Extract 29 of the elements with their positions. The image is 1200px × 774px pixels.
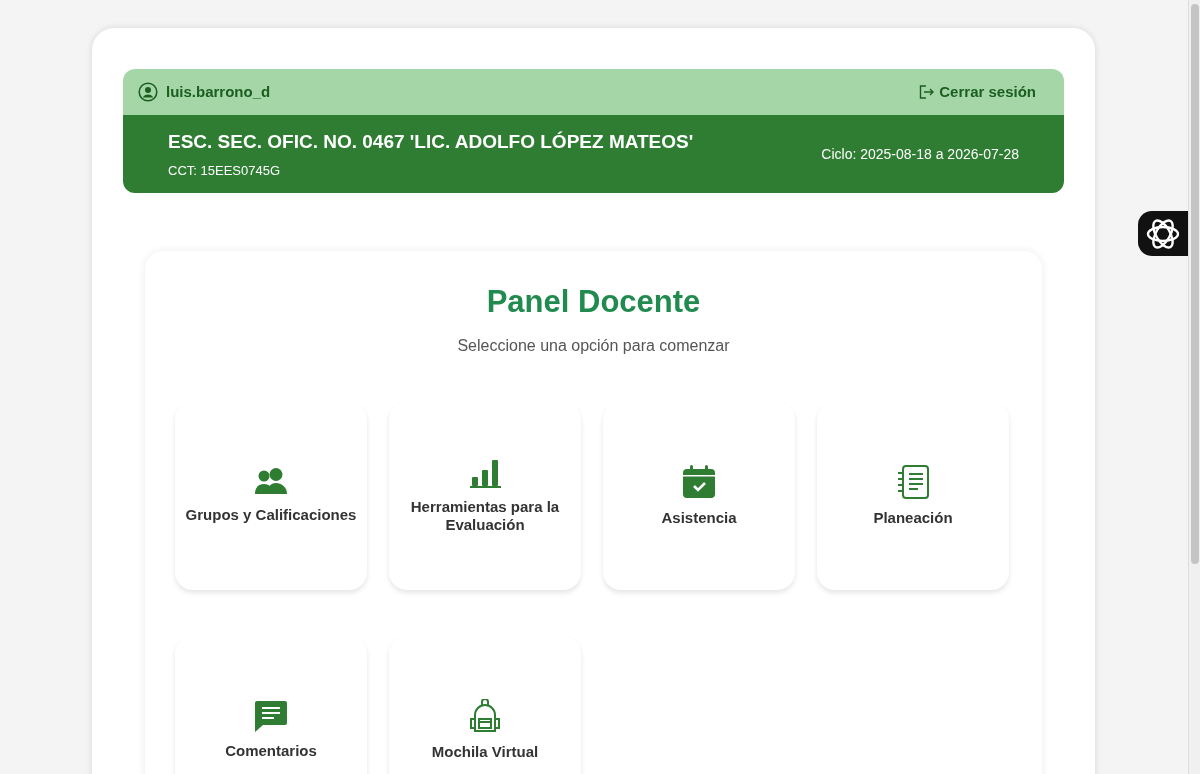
option-label: Comentarios	[225, 741, 317, 760]
username: luis.barrono_d	[166, 81, 271, 102]
school-cct: CCT: 15EES0745G	[168, 161, 281, 180]
option-label: Grupos y Calificaciones	[185, 505, 357, 524]
chat-icon	[254, 699, 288, 732]
option-label: Asistencia	[661, 508, 737, 527]
people-icon	[254, 467, 288, 496]
option-label: Herramientas para la Evaluación	[409, 497, 561, 534]
option-card[interactable]: Planeación	[817, 401, 1009, 590]
backpack-icon	[468, 698, 502, 733]
logout-icon	[919, 85, 936, 99]
logout-link[interactable]: Cerrar sesión	[919, 80, 1036, 104]
option-card[interactable]: Asistencia	[603, 401, 795, 590]
option-label: Planeación	[873, 508, 953, 527]
panel-title: Panel Docente	[485, 283, 702, 321]
school-cycle: Ciclo: 2025-08-18 a 2026-07-28	[821, 144, 1019, 164]
calendar-check-icon	[682, 464, 716, 499]
option-card[interactable]: Grupos y Calificaciones	[175, 401, 367, 590]
option-card[interactable]: Comentarios	[175, 635, 367, 774]
scrollbar-thumb[interactable]	[1191, 4, 1199, 564]
option-label: Mochila Virtual	[431, 742, 539, 761]
assistant-button[interactable]	[1138, 211, 1188, 256]
option-card[interactable]: Herramientas para la Evaluación	[389, 401, 581, 590]
school-name: ESC. SEC. OFIC. NO. 0467 'LIC. ADOLFO LÓPEZ MATEOS'	[168, 130, 694, 154]
panel-subtitle: Seleccione una opción para comenzar	[456, 335, 731, 356]
notebook-icon	[897, 464, 929, 499]
bar-chart-icon	[469, 457, 501, 488]
user-icon	[138, 82, 158, 102]
option-card[interactable]: Mochila Virtual	[389, 635, 581, 774]
